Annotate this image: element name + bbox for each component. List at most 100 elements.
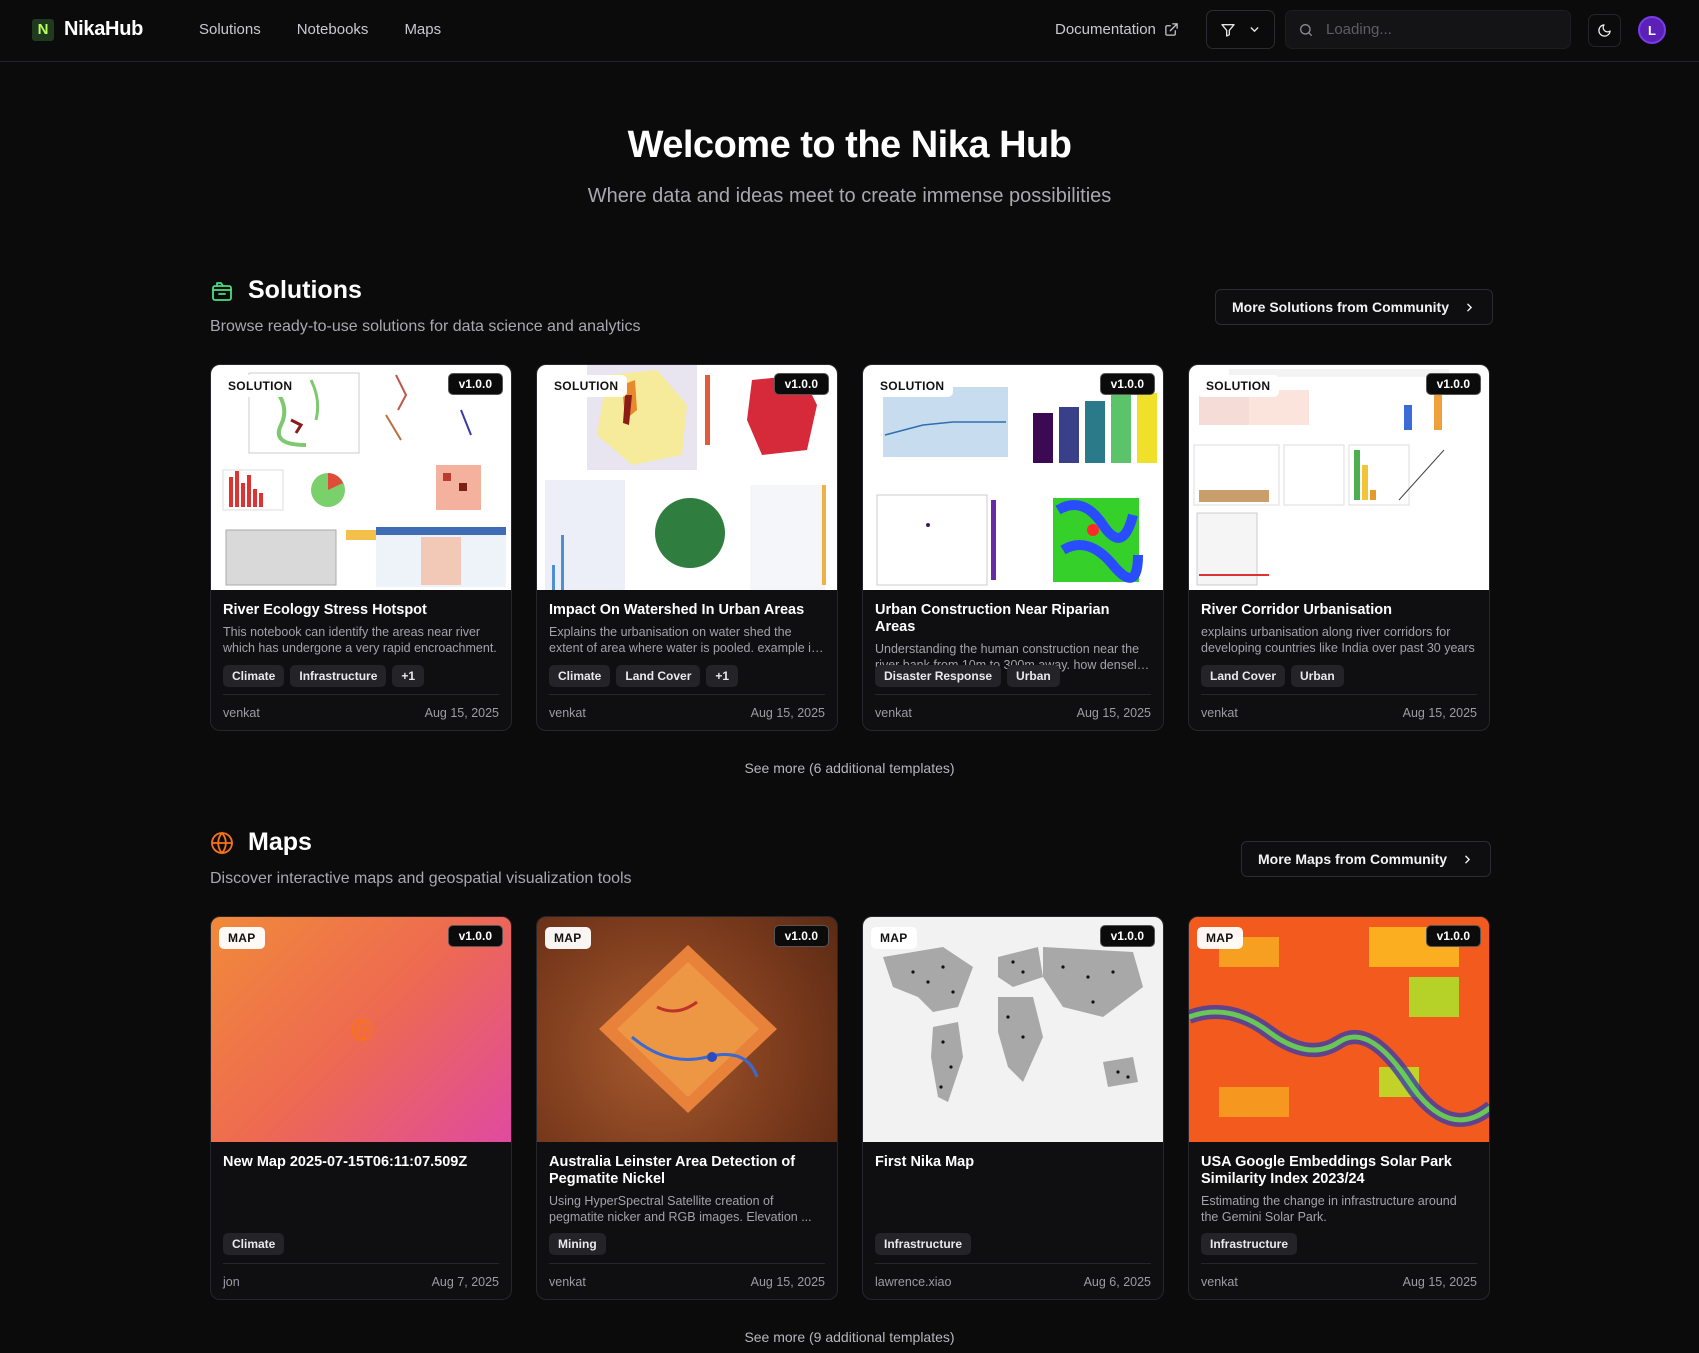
map-card[interactable]: MAP v1.0.0 Australia Leinster Area Detec… — [536, 916, 838, 1300]
map-card[interactable]: MAP v1.0.0 USA Google Embeddings Solar P… — [1188, 916, 1490, 1300]
hero-title: Welcome to the Nika Hub — [627, 124, 1072, 166]
card-date: Aug 6, 2025 — [1083, 1274, 1151, 1289]
card-footer: jon Aug 7, 2025 — [223, 1263, 499, 1299]
card-footer: lawrence.xiao Aug 6, 2025 — [875, 1263, 1151, 1299]
card-title: First Nika Map — [875, 1154, 975, 1170]
dashboard-thumbnail — [876, 387, 1157, 586]
version-badge: v1.0.0 — [1425, 373, 1481, 395]
moon-icon — [1598, 24, 1611, 37]
map-card[interactable]: MAP v1.0.0 First Nika Map Infrastructure… — [862, 916, 1164, 1300]
nav-notebooks[interactable]: Notebooks — [297, 21, 369, 38]
maps-header: Maps — [210, 828, 312, 857]
map-thumbnail: MAP v1.0.0 — [863, 917, 1163, 1142]
version-badge: v1.0.0 — [1099, 373, 1155, 395]
more-solutions-button[interactable]: More Solutions from Community — [1215, 289, 1493, 325]
card-date: Aug 15, 2025 — [1402, 1274, 1477, 1289]
solutions-header: Solutions — [210, 276, 362, 305]
card-description: Explains the urbanisation on water shed … — [549, 625, 818, 655]
solution-card[interactable]: SOLUTION v1.0.0 River Corridor Urbanisat… — [1188, 364, 1490, 731]
solution-card[interactable]: SOLUTION v1.0.0 Urban Construction Near … — [862, 364, 1164, 731]
theme-toggle-button[interactable] — [1588, 14, 1621, 47]
tag[interactable]: Infrastructure — [1201, 1233, 1298, 1255]
card-footer: venkat Aug 15, 2025 — [1201, 1263, 1477, 1299]
card-footer: venkat Aug 15, 2025 — [549, 1263, 825, 1299]
tag[interactable]: Urban — [1007, 665, 1060, 687]
solution-card[interactable]: SOLUTION v1.0.0 River Ecology Stress Hot… — [210, 364, 512, 731]
filter-icon — [1221, 23, 1235, 37]
tag-list: Climate Infrastructure +1 — [223, 665, 425, 687]
map-card[interactable]: MAP v1.0.0 New Map 2025-07-15T06:11:07.5… — [210, 916, 512, 1300]
card-date: Aug 7, 2025 — [431, 1274, 499, 1289]
maps-see-more-link[interactable]: See more (9 additional templates) — [0, 1329, 1699, 1345]
card-description: Using HyperSpectral Satellite creation o… — [549, 1194, 812, 1224]
nav-solutions[interactable]: Solutions — [199, 21, 261, 38]
more-solutions-label: More Solutions from Community — [1232, 299, 1449, 315]
tag[interactable]: Disaster Response — [875, 665, 1002, 687]
tag[interactable]: Climate — [223, 1233, 285, 1255]
tag-list: Infrastructure — [1201, 1233, 1298, 1255]
search-icon — [1300, 23, 1312, 36]
card-author: venkat — [549, 1274, 586, 1289]
card-description: This notebook can identify the areas nea… — [223, 625, 497, 655]
package-icon — [212, 281, 232, 301]
tag[interactable]: Land Cover — [1201, 665, 1286, 687]
card-author: venkat — [1201, 705, 1238, 720]
card-description: explains urbanisation along river corrid… — [1201, 625, 1475, 655]
card-description: Estimating the change in infrastructure … — [1201, 1194, 1457, 1224]
map-thumbnail: MAP v1.0.0 — [1189, 917, 1489, 1142]
version-badge: v1.0.0 — [1425, 925, 1481, 947]
globe-icon — [211, 831, 233, 854]
card-author: venkat — [1201, 1274, 1238, 1289]
card-author: venkat — [875, 705, 912, 720]
card-author: jon — [223, 1274, 240, 1289]
documentation-link[interactable]: Documentation — [1055, 21, 1179, 38]
tag[interactable]: Land Cover — [616, 665, 701, 687]
solutions-see-more-link[interactable]: See more (6 additional templates) — [0, 760, 1699, 776]
more-maps-button[interactable]: More Maps from Community — [1241, 841, 1492, 877]
search-box[interactable] — [1285, 10, 1571, 49]
card-author: lawrence.xiao — [875, 1274, 952, 1289]
card-title: River Ecology Stress Hotspot — [223, 602, 427, 618]
tag[interactable]: Climate — [223, 665, 285, 687]
tag-list: Climate Land Cover +1 — [549, 665, 739, 687]
nav-maps[interactable]: Maps — [404, 21, 441, 38]
brand-name: NikaHub — [64, 18, 144, 40]
solution-card[interactable]: SOLUTION v1.0.0 Impact On Watershed In U… — [536, 364, 838, 731]
card-author: venkat — [549, 705, 586, 720]
solution-thumbnail: SOLUTION v1.0.0 — [211, 365, 511, 590]
version-badge: v1.0.0 — [773, 925, 829, 947]
tag-more[interactable]: +1 — [392, 665, 425, 687]
map-thumbnail: MAP v1.0.0 — [211, 917, 511, 1142]
dashboard-thumbnail — [1193, 369, 1449, 586]
card-date: Aug 15, 2025 — [424, 705, 499, 720]
user-avatar[interactable]: L — [1638, 16, 1666, 44]
card-title: Impact On Watershed In Urban Areas — [549, 602, 805, 618]
tag-more[interactable]: +1 — [706, 665, 739, 687]
heatmap-thumbnail — [1189, 917, 1489, 1142]
type-badge: MAP — [1197, 927, 1243, 949]
brand[interactable]: N NikaHub — [32, 18, 143, 41]
tag[interactable]: Climate — [549, 665, 611, 687]
tag-list: Land Cover Urban — [1201, 665, 1344, 687]
tag[interactable]: Infrastructure — [290, 665, 387, 687]
card-title: USA Google Embeddings Solar Park Similar… — [1201, 1154, 1452, 1187]
card-date: Aug 15, 2025 — [750, 705, 825, 720]
tag-list: Disaster Response Urban — [875, 665, 1060, 687]
version-badge: v1.0.0 — [1099, 925, 1155, 947]
tag-list: Climate — [223, 1233, 285, 1255]
tag[interactable]: Infrastructure — [875, 1233, 972, 1255]
tag[interactable]: Urban — [1291, 665, 1344, 687]
solutions-description: Browse ready-to-use solutions for data s… — [210, 318, 641, 335]
dashboard-thumbnail — [222, 372, 506, 587]
filter-dropdown-button[interactable] — [1206, 10, 1275, 49]
tag-list: Infrastructure — [875, 1233, 972, 1255]
type-badge: SOLUTION — [1197, 375, 1280, 397]
card-title: Urban Construction Near Riparian Areas — [875, 602, 1110, 635]
dashboard-thumbnail — [545, 365, 826, 590]
tag[interactable]: Mining — [549, 1233, 606, 1255]
chevron-right-icon — [1465, 855, 1471, 863]
type-badge: SOLUTION — [545, 375, 628, 397]
world-map-thumbnail — [883, 947, 1143, 1102]
main-nav: Solutions Notebooks Maps — [199, 21, 441, 38]
search-input[interactable] — [1326, 21, 1556, 38]
